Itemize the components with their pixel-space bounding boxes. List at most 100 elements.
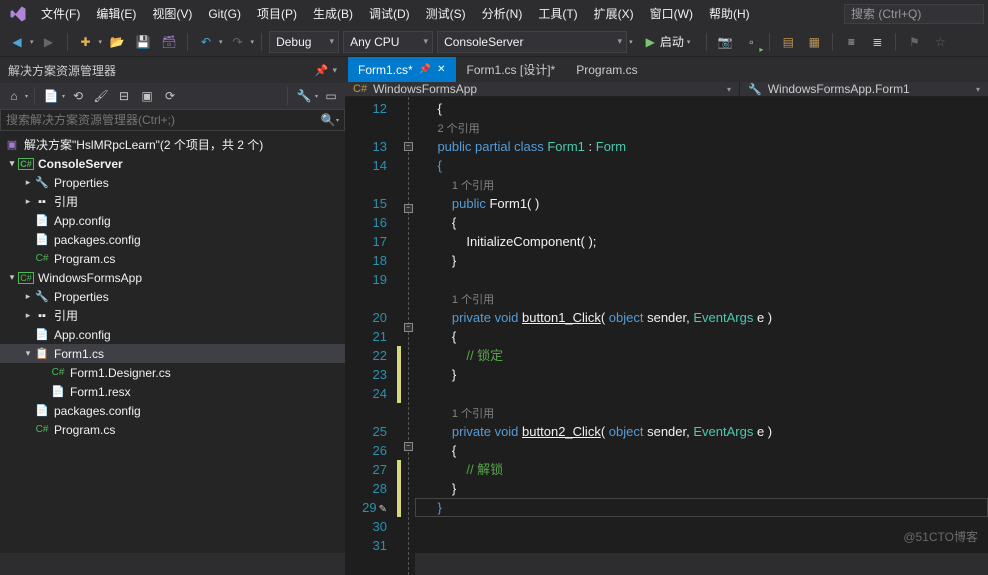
pin-icon[interactable]: 📌 <box>419 64 431 75</box>
cfg-icon: 📄 <box>34 213 50 229</box>
close-pane-icon[interactable]: ▭ <box>321 86 341 106</box>
csfile-icon: C# <box>34 251 50 267</box>
close-icon[interactable]: ✕ <box>437 64 445 75</box>
tree-item[interactable]: ▸🔧Properties <box>0 287 345 306</box>
doc-icon[interactable]: 📄 <box>41 86 61 106</box>
menu-item[interactable]: 项目(P) <box>250 1 304 26</box>
tree-item[interactable]: ▸▪▪引用 <box>0 192 345 211</box>
panel-search[interactable]: 🔍▾ <box>0 109 345 131</box>
editor-tab[interactable]: Program.cs <box>566 57 647 82</box>
save-icon[interactable]: 💾 <box>132 31 154 53</box>
solution-node[interactable]: ▣ 解决方案"HslMRpcLearn"(2 个项目，共 2 个) <box>0 135 345 154</box>
search-icon[interactable]: 🔍 <box>318 113 338 127</box>
tree-item[interactable]: ▸▪▪引用 <box>0 306 345 325</box>
menu-item[interactable]: 帮助(H) <box>702 1 757 26</box>
panel-menu-icon[interactable]: ▾ <box>332 65 337 76</box>
tb-icon-6[interactable]: ≣ <box>866 31 888 53</box>
tree-arrow-icon[interactable]: ▾ <box>22 348 34 359</box>
platform-dropdown[interactable]: Any CPU <box>343 31 433 53</box>
csfile-icon: C# <box>34 422 50 438</box>
tb-icon-3[interactable]: ▤ <box>777 31 799 53</box>
nav-namespace-dropdown[interactable]: C# WindowsFormsApp <box>345 82 740 96</box>
new-project-icon[interactable]: ✚ <box>75 31 97 53</box>
vs-logo-icon <box>8 4 28 24</box>
code-view[interactable]: 121314151617181920212223242526272829✎303… <box>345 97 988 575</box>
cfg-icon: 📄 <box>34 403 50 419</box>
quick-search-input[interactable]: 搜索 (Ctrl+Q) <box>844 4 984 24</box>
tree-arrow-icon[interactable]: ▸ <box>22 291 34 302</box>
tree-arrow-icon[interactable]: ▾ <box>6 272 18 283</box>
editor-tab[interactable]: Form1.cs*📌✕ <box>348 57 456 82</box>
tb-icon-4[interactable]: ▦ <box>803 31 825 53</box>
menu-item[interactable]: 窗口(W) <box>643 1 700 26</box>
start-debug-button[interactable]: ▶ 启动 ▾ <box>637 31 700 53</box>
home-icon[interactable]: ⌂ <box>4 86 24 106</box>
undo-icon[interactable]: ↶ <box>195 31 217 53</box>
editor-navbar: C# WindowsFormsApp 🔧 WindowsFormsApp.For… <box>345 82 988 97</box>
startup-dropdown[interactable]: ConsoleServer <box>437 31 627 53</box>
line-numbers: 121314151617181920212223242526272829✎303… <box>345 97 397 575</box>
menu-item[interactable]: 编辑(E) <box>89 1 143 26</box>
tree-arrow-icon[interactable]: ▸ <box>22 310 34 321</box>
tb-icon-2[interactable]: ▫▸ <box>740 31 762 53</box>
tree-item[interactable]: 📄App.config <box>0 325 345 344</box>
tree-item[interactable]: ▾C#WindowsFormsApp <box>0 268 345 287</box>
solution-tree: ▣ 解决方案"HslMRpcLearn"(2 个项目，共 2 个) ▾C#Con… <box>0 131 345 553</box>
tree-item[interactable]: C#Program.cs <box>0 249 345 268</box>
tree-arrow-icon[interactable]: ▸ <box>22 196 34 207</box>
menu-item[interactable]: Git(G) <box>201 3 248 25</box>
form-icon: 📋 <box>34 346 50 362</box>
search-placeholder: 搜索 (Ctrl+Q) <box>851 5 921 22</box>
refresh-icon[interactable]: ⟳ <box>160 86 180 106</box>
tb-icon-5[interactable]: ≡ <box>840 31 862 53</box>
menu-item[interactable]: 工具(T) <box>531 1 584 26</box>
cfg-icon: 📄 <box>34 327 50 343</box>
resx-icon: 📄 <box>50 384 66 400</box>
tree-item[interactable]: 📄packages.config <box>0 230 345 249</box>
menu-item[interactable]: 分析(N) <box>475 1 530 26</box>
menu-item[interactable]: 测试(S) <box>419 1 473 26</box>
panel-title: 解决方案资源管理器 <box>8 62 116 79</box>
tb-star-icon[interactable]: ☆ <box>929 31 951 53</box>
panel-search-input[interactable] <box>6 113 318 127</box>
pin-icon[interactable]: 📌 <box>315 64 329 77</box>
tree-item[interactable]: 📄packages.config <box>0 401 345 420</box>
menu-item[interactable]: 文件(F) <box>34 1 87 26</box>
tree-item[interactable]: C#Form1.Designer.cs <box>0 363 345 382</box>
tree-item[interactable]: 📄App.config <box>0 211 345 230</box>
menu-item[interactable]: 视图(V) <box>145 1 199 26</box>
main-toolbar: ◀▾ ▶ ✚▾ 📂 💾 🗃 ↶▾ ↷▾ Debug Any CPU Consol… <box>0 27 988 57</box>
menu-item[interactable]: 扩展(X) <box>587 1 641 26</box>
showall-icon[interactable]: ▣ <box>137 86 157 106</box>
tree-arrow-icon[interactable]: ▾ <box>6 158 18 169</box>
menu-item[interactable]: 生成(B) <box>306 1 360 26</box>
fold-column: −−−− <box>401 97 415 575</box>
editor-tab[interactable]: Form1.cs [设计]* <box>457 57 566 82</box>
nav-back-icon[interactable]: ◀ <box>6 31 28 53</box>
collapse-icon[interactable]: ⊟ <box>114 86 134 106</box>
nav-member-dropdown[interactable]: 🔧 WindowsFormsApp.Form1 <box>740 82 988 96</box>
watermark: @51CTO博客 <box>903 528 978 545</box>
save-all-icon[interactable]: 🗃 <box>158 31 180 53</box>
wrench-icon[interactable]: 🔧 <box>294 86 314 106</box>
config-dropdown[interactable]: Debug <box>269 31 339 53</box>
tree-item[interactable]: ▸🔧Properties <box>0 173 345 192</box>
nav-fwd-icon[interactable]: ▶ <box>38 31 60 53</box>
wrench-icon: 🔧 <box>34 175 50 191</box>
panel-toolbar: ⌂▾ 📄▾ ⟲ 🖌 ⊟ ▣ ⟳ 🔧▾ ▭ <box>0 83 345 109</box>
tree-arrow-icon[interactable]: ▸ <box>22 177 34 188</box>
csharp-icon: C# <box>353 83 367 95</box>
code-content[interactable]: { 2 个引用 public partial class Form1 : For… <box>415 97 988 575</box>
tb-icon-1[interactable]: 📷 <box>714 31 736 53</box>
tree-item[interactable]: ▾📋Form1.cs <box>0 344 345 363</box>
tree-item[interactable]: C#Program.cs <box>0 420 345 439</box>
tree-item[interactable]: 📄Form1.resx <box>0 382 345 401</box>
open-icon[interactable]: 📂 <box>106 31 128 53</box>
redo-icon[interactable]: ↷ <box>227 31 249 53</box>
menu-item[interactable]: 调试(D) <box>362 1 417 26</box>
brush-icon[interactable]: 🖌 <box>91 86 111 106</box>
sync-icon[interactable]: ⟲ <box>68 86 88 106</box>
tb-flag-icon[interactable]: ⚑ <box>903 31 925 53</box>
tree-item[interactable]: ▾C#ConsoleServer <box>0 154 345 173</box>
editor-tabs: Form1.cs*📌✕Form1.cs [设计]*Program.cs <box>345 57 988 82</box>
